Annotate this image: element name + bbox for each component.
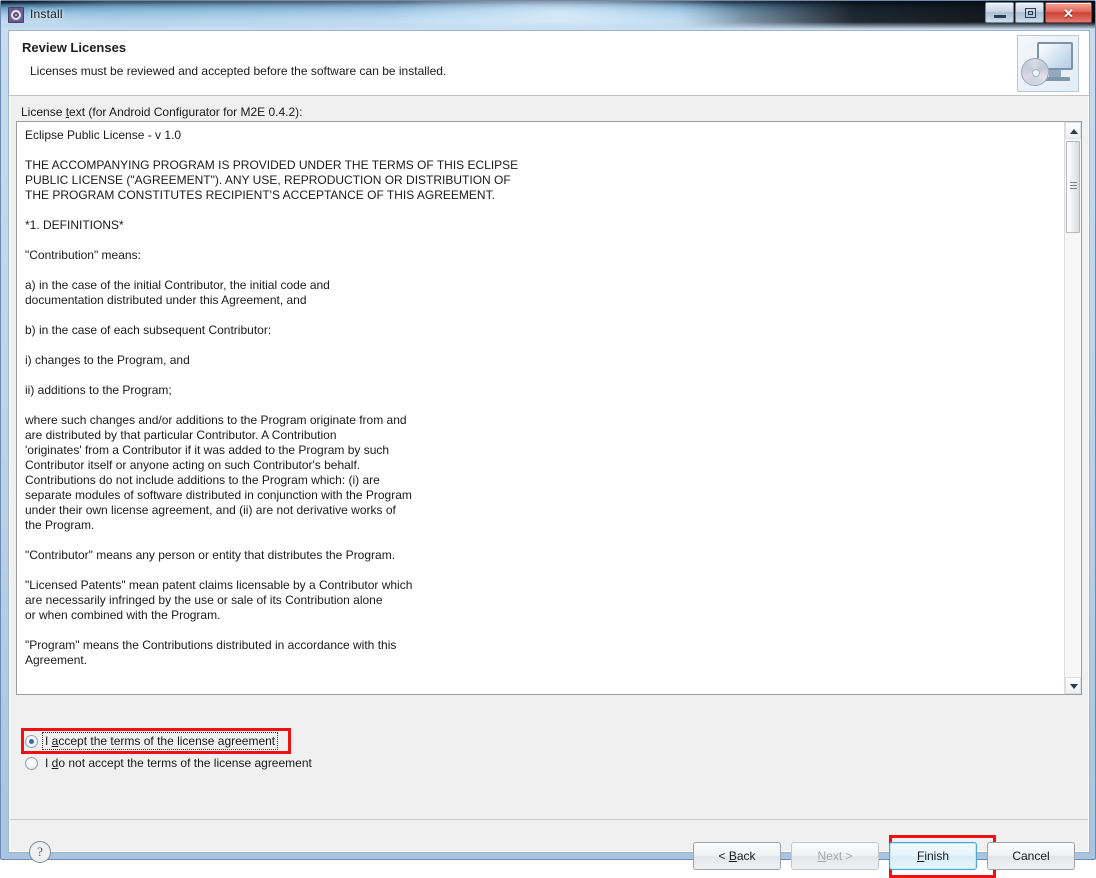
license-line: b) in the case of each subsequent Contri… <box>25 323 272 337</box>
license-line <box>25 263 1064 278</box>
license-line: "Program" means the Contributions distri… <box>25 638 397 652</box>
license-label-after: ext (for Android Configurator for M2E 0.… <box>69 105 303 119</box>
window-controls: ✕ <box>984 2 1092 24</box>
license-line <box>25 233 1064 248</box>
license-line: Eclipse Public License - v 1.0 <box>25 128 182 142</box>
back-label-accesskey: B <box>728 849 737 863</box>
back-button[interactable]: < Back <box>693 842 781 870</box>
back-label-before: < <box>718 849 729 863</box>
accept-label-before: I <box>45 734 52 748</box>
license-line: the Program. <box>25 518 95 532</box>
footer-separator <box>10 819 1088 820</box>
close-button[interactable]: ✕ <box>1045 2 1092 23</box>
license-line: where such changes and/or additions to t… <box>25 413 407 427</box>
scroll-up-button[interactable] <box>1065 122 1081 139</box>
maximize-button[interactable] <box>1015 2 1044 23</box>
license-line: *1. DEFINITIONS* <box>25 218 124 232</box>
license-line: are distributed by that particular Contr… <box>25 428 337 442</box>
license-line <box>25 338 1064 353</box>
license-text-content: Eclipse Public License - v 1.0 THE ACCOMP… <box>17 122 1064 694</box>
license-line <box>25 398 1064 413</box>
title-bar: Install ✕ <box>1 1 1095 29</box>
radio-decline-license[interactable]: I do not accept the terms of the license… <box>25 754 314 772</box>
scrollbar-thumb[interactable] <box>1066 141 1080 233</box>
finish-button[interactable]: Finish <box>889 842 977 870</box>
install-gear-icon <box>8 7 24 23</box>
maximize-icon <box>1025 8 1036 18</box>
license-line: PUBLIC LICENSE ("AGREEMENT"). ANY USE, R… <box>25 173 511 187</box>
decline-label-after: o not accept the terms of the license ag… <box>58 756 312 770</box>
radio-decline-indicator[interactable] <box>25 756 38 770</box>
next-label-after: ext > <box>826 849 853 863</box>
license-line: ii) additions to the Program; <box>25 383 172 397</box>
radio-accept-label[interactable]: I accept the terms of the license agreem… <box>41 732 279 750</box>
titlebar-glow <box>1 22 1095 29</box>
license-line <box>25 203 1064 218</box>
license-line: under their own license agreement, and (… <box>25 503 396 517</box>
minimize-button[interactable] <box>985 2 1014 23</box>
license-text-area[interactable]: Eclipse Public License - v 1.0 THE ACCOMP… <box>16 121 1082 695</box>
license-line: are necessarily infringed by the use or … <box>25 593 383 607</box>
license-line: "Licensed Patents" mean patent claims li… <box>25 578 413 592</box>
accept-label-after: ccept the terms of the license agreement <box>58 734 276 748</box>
chevron-down-icon <box>1070 684 1078 689</box>
license-line <box>25 368 1064 383</box>
next-button: Next > <box>791 842 879 870</box>
page-title: Review Licenses <box>22 40 127 55</box>
monitor-stand <box>1049 70 1061 77</box>
license-line: "Contribution" means: <box>25 248 141 262</box>
radio-decline-label[interactable]: I do not accept the terms of the license… <box>43 755 314 771</box>
license-line: THE PROGRAM CONSTITUTES RECIPIENT'S ACCE… <box>25 188 495 202</box>
scrollbar-grip-icon <box>1070 182 1077 189</box>
license-line <box>25 308 1064 323</box>
decline-label-before: I <box>45 756 52 770</box>
next-label-accesskey: N <box>817 849 827 863</box>
license-line: documentation distributed under this Agr… <box>25 293 307 307</box>
license-line: or when combined with the Program. <box>25 608 221 622</box>
license-line <box>25 143 1064 158</box>
page-subtitle: Licenses must be reviewed and accepted b… <box>30 64 447 78</box>
license-line: "Contributor" means any person or entity… <box>25 548 396 562</box>
close-icon: ✕ <box>1063 6 1074 21</box>
dialog-button-row: < Back Next > Finish Cancel <box>693 842 1075 870</box>
license-line: THE ACCOMPANYING PROGRAM IS PROVIDED UND… <box>25 158 519 172</box>
install-dialog-window: Install ✕ Review Licenses Licenses must … <box>0 0 1096 878</box>
disc-icon <box>1021 58 1049 86</box>
radio-accept-indicator[interactable] <box>25 734 38 748</box>
license-line <box>25 533 1064 548</box>
license-line: separate modules of software distributed… <box>25 488 412 502</box>
dialog-body: Review Licenses Licenses must be reviewe… <box>8 30 1090 878</box>
window-title: Install <box>30 7 63 21</box>
radio-accept-license[interactable]: I accept the terms of the license agreem… <box>25 732 279 750</box>
monitor-disc-icon <box>1017 35 1079 92</box>
license-line <box>25 623 1064 638</box>
license-line: Contributor itself or anyone acting on s… <box>25 458 361 472</box>
license-line: i) changes to the Program, and <box>25 353 190 367</box>
license-label-before: License <box>21 105 66 119</box>
finish-label-after: inish <box>924 849 950 863</box>
cancel-label: Cancel <box>1012 849 1050 863</box>
scroll-down-button[interactable] <box>1065 677 1081 694</box>
minimize-icon <box>994 15 1006 18</box>
license-line <box>25 563 1064 578</box>
license-scrollbar[interactable] <box>1064 122 1081 694</box>
license-line: Agreement. <box>25 653 88 667</box>
chevron-up-icon <box>1070 129 1078 134</box>
cancel-button[interactable]: Cancel <box>987 842 1075 870</box>
back-label-after: ack <box>736 849 756 863</box>
license-line: Contributions do not include additions t… <box>25 473 380 487</box>
license-text-label: License text (for Android Configurator f… <box>21 105 303 119</box>
license-line: a) in the case of the initial Contributo… <box>25 278 330 292</box>
license-line: 'originates' from a Contributor if it wa… <box>25 443 390 457</box>
dialog-header: Review Licenses Licenses must be reviewe… <box>9 31 1089 96</box>
